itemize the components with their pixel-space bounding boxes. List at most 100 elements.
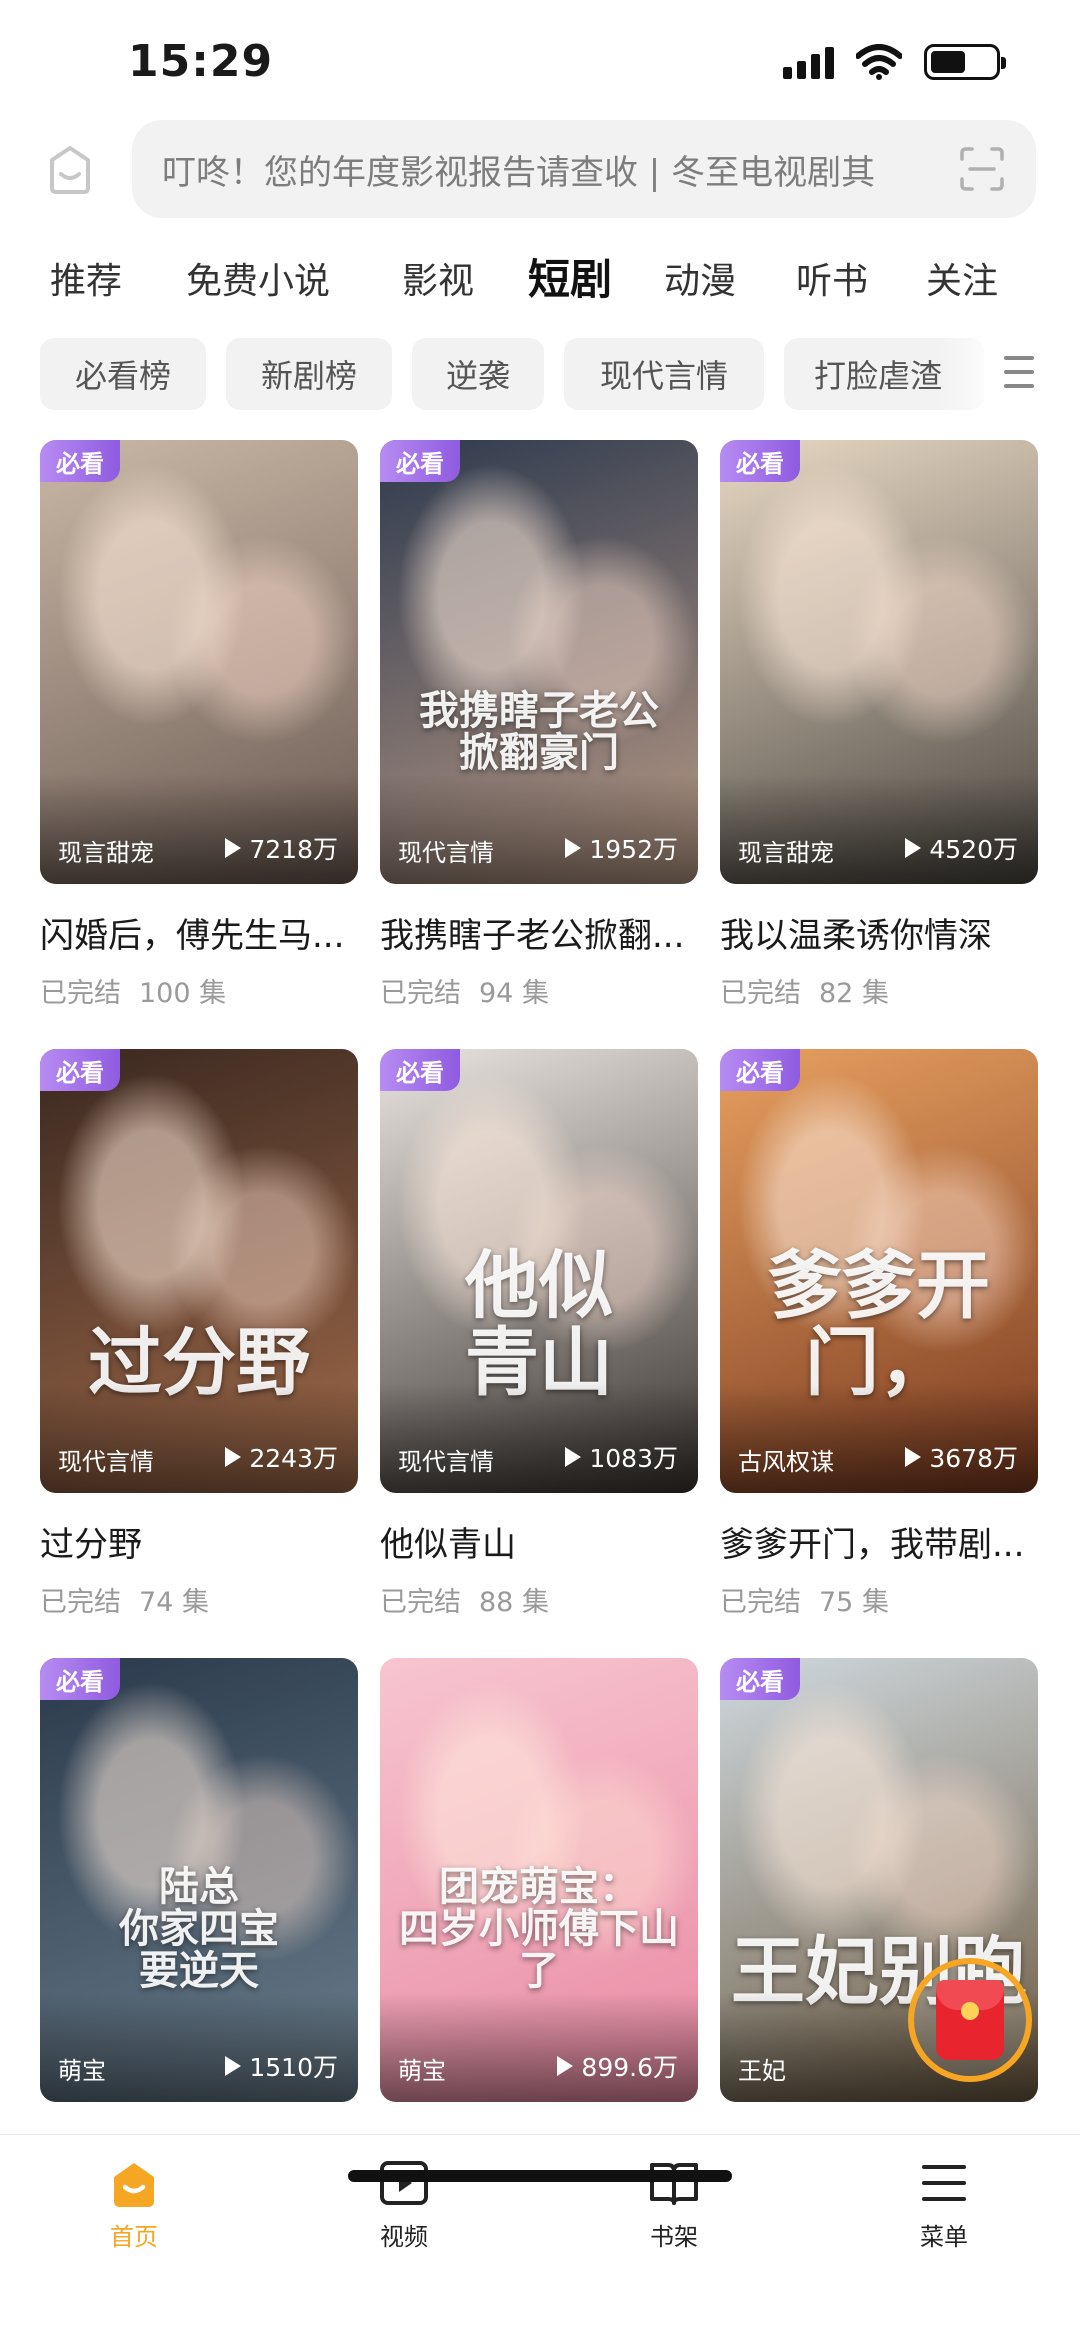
drama-poster[interactable]: 他似 青山 必看 现代言情 1083万 [380,1049,698,1493]
home-icon [114,2163,154,2207]
episode-count: 82 集 [819,978,889,1009]
must-watch-badge: 必看 [40,440,120,482]
scan-icon[interactable] [958,145,1006,193]
drama-meta: 已完结 75 集 [720,1580,1038,1619]
drama-poster[interactable]: 过分野 必看 现代言情 2243万 [40,1049,358,1493]
video-icon [380,2161,428,2205]
must-watch-badge: 必看 [720,1049,800,1091]
drama-card[interactable]: 爹爹开门， 必看 古风权谋 3678万 爹爹开门，我带剧... 已完结 75 集 [720,1049,1038,1619]
play-count: 1510万 [225,2048,338,2084]
tab-film-tv[interactable]: 影视 [402,252,474,304]
nav-label: 菜单 [920,2223,968,2251]
home-indicator [348,2170,732,2182]
drama-meta: 已完结 100 集 [40,971,358,1010]
must-watch-badge: 必看 [40,1658,120,1700]
tab-audiobooks[interactable]: 听书 [796,252,868,304]
episode-count: 100 集 [139,978,227,1009]
drama-card[interactable]: 王妃别跑必看王妃王妃别跑 [720,1658,1038,2175]
tab-following[interactable]: 关注 [926,252,998,304]
completion-status: 已完结 [380,1587,461,1618]
genre-tag: 萌宝 [398,2057,446,2085]
nav-label: 书架 [650,2223,698,2251]
poster-title-art: 我携瞎子老公 掀翻豪门 [419,687,659,776]
bottom-nav: 首页 视频 书架 菜单 [0,2134,1080,2337]
filter-chip[interactable]: 必看榜 [40,338,206,410]
play-icon [225,838,242,858]
drama-card[interactable]: 过分野 必看 现代言情 2243万过分野已完结 74 集 [40,1049,358,1619]
completion-status: 已完结 [720,1587,801,1618]
nav-label: 首页 [110,2223,158,2251]
drama-card[interactable]: 团宠萌宝： 四岁小师傅下山了萌宝899.6万团宠萌宝：四岁小师傅下山了 [380,1658,698,2175]
must-watch-badge: 必看 [720,440,800,482]
play-icon [225,2056,242,2076]
filter-menu-icon[interactable] [1004,356,1034,392]
genre-tag: 古风权谋 [738,1448,834,1476]
play-count: 2243万 [225,1439,338,1475]
drama-card[interactable]: 必看 现言甜宠 7218万闪婚后，傅先生马... 已完结 100 集 [40,440,358,1010]
poster-title-art: 团宠萌宝： 四岁小师傅下山了 [399,1863,679,1994]
nav-home[interactable]: 首页 [64,2155,204,2252]
filter-chip[interactable]: 逆袭 [412,338,544,410]
play-count-value: 4520万 [929,835,1018,864]
genre-tag: 萌宝 [58,2057,106,2085]
drama-card[interactable]: 我携瞎子老公 掀翻豪门 必看 现代言情 1952万 我携瞎子老公掀翻... 已完结 94 集 [380,440,698,1010]
must-watch-badge: 必看 [380,1049,460,1091]
play-count-value: 7218万 [249,835,338,864]
tab-recommend[interactable]: 推荐 [50,252,122,304]
channel-tabs: 推荐 免费小说 影视 短剧 动漫 听书 关注 [0,244,1080,314]
search-row: 叮咚！您的年度影视报告请查收 | 冬至电视剧其 [0,118,1080,218]
drama-poster[interactable]: 团宠萌宝： 四岁小师傅下山了萌宝 899.6万 [380,1658,698,2102]
play-icon [565,838,582,858]
status-icons [783,44,1006,80]
drama-title[interactable]: 过分野 [40,1517,358,1566]
battery-fill [931,51,966,73]
red-packet-icon [936,1980,1004,2060]
drama-title[interactable]: 我以温柔诱你情深 [720,908,1038,957]
drama-title[interactable]: 闪婚后，傅先生马... [40,908,358,957]
search-placeholder: 叮咚！您的年度影视报告请查收 | 冬至电视剧其 [162,152,876,193]
drama-title[interactable]: 爹爹开门，我带剧... [720,1517,1038,1566]
drama-poster[interactable]: 陆总 你家四宝 要逆天 必看萌宝 1510万 [40,1658,358,2102]
drama-meta: 已完结 74 集 [40,1580,358,1619]
must-watch-badge: 必看 [40,1049,120,1091]
play-count-value: 899.6万 [581,2053,678,2082]
filter-row: 必看榜 新剧榜 逆袭 现代言情 打脸虐渣 [0,338,1080,410]
episode-count: 88 集 [479,1587,549,1618]
chip-fade [940,338,1000,410]
tab-free-novels[interactable]: 免费小说 [186,252,330,304]
drama-poster[interactable]: 我携瞎子老公 掀翻豪门 必看 现代言情 1952万 [380,440,698,884]
drama-poster[interactable]: 必看 现言甜宠 4520万 [720,440,1038,884]
poster-title-art: 陆总 你家四宝 要逆天 [119,1863,279,1994]
poster-title-art: 爹爹开门， [768,1242,990,1407]
red-packet-float-button[interactable] [908,1958,1032,2082]
genre-tag: 王妃 [738,2057,786,2085]
drama-card[interactable]: 他似 青山 必看 现代言情 1083万他似青山已完结 88 集 [380,1049,698,1619]
play-count-value: 1952万 [589,835,678,864]
cellular-signal-icon [783,45,834,79]
status-bar: 15:29 [0,0,1080,120]
drama-title[interactable]: 我携瞎子老公掀翻... [380,908,698,957]
nav-menu[interactable]: 菜单 [874,2155,1014,2252]
drama-meta: 已完结 82 集 [720,971,1038,1010]
bookshelf-icon [650,2163,698,2205]
app-logo-icon[interactable] [40,140,100,200]
filter-chip[interactable]: 新剧榜 [226,338,392,410]
filter-chip[interactable]: 现代言情 [564,338,764,410]
completion-status: 已完结 [40,1587,121,1618]
search-input[interactable]: 叮咚！您的年度影视报告请查收 | 冬至电视剧其 [132,120,1036,218]
drama-card[interactable]: 必看 现言甜宠 4520万我以温柔诱你情深已完结 82 集 [720,440,1038,1010]
status-time: 15:29 [128,36,274,87]
play-count: 4520万 [905,830,1018,866]
tab-anime[interactable]: 动漫 [664,252,736,304]
completion-status: 已完结 [380,978,461,1009]
drama-poster[interactable]: 必看 现言甜宠 7218万 [40,440,358,884]
drama-poster[interactable]: 爹爹开门， 必看 古风权谋 3678万 [720,1049,1038,1493]
tab-short-drama[interactable]: 短剧 [528,246,612,307]
nav-label: 视频 [380,2223,428,2251]
play-count-value: 1083万 [589,1444,678,1473]
play-count-value: 1510万 [249,2053,338,2082]
play-count: 1083万 [565,1439,678,1475]
must-watch-badge: 必看 [720,1658,800,1700]
genre-tag: 现代言情 [398,839,494,867]
drama-title[interactable]: 他似青山 [380,1517,698,1566]
